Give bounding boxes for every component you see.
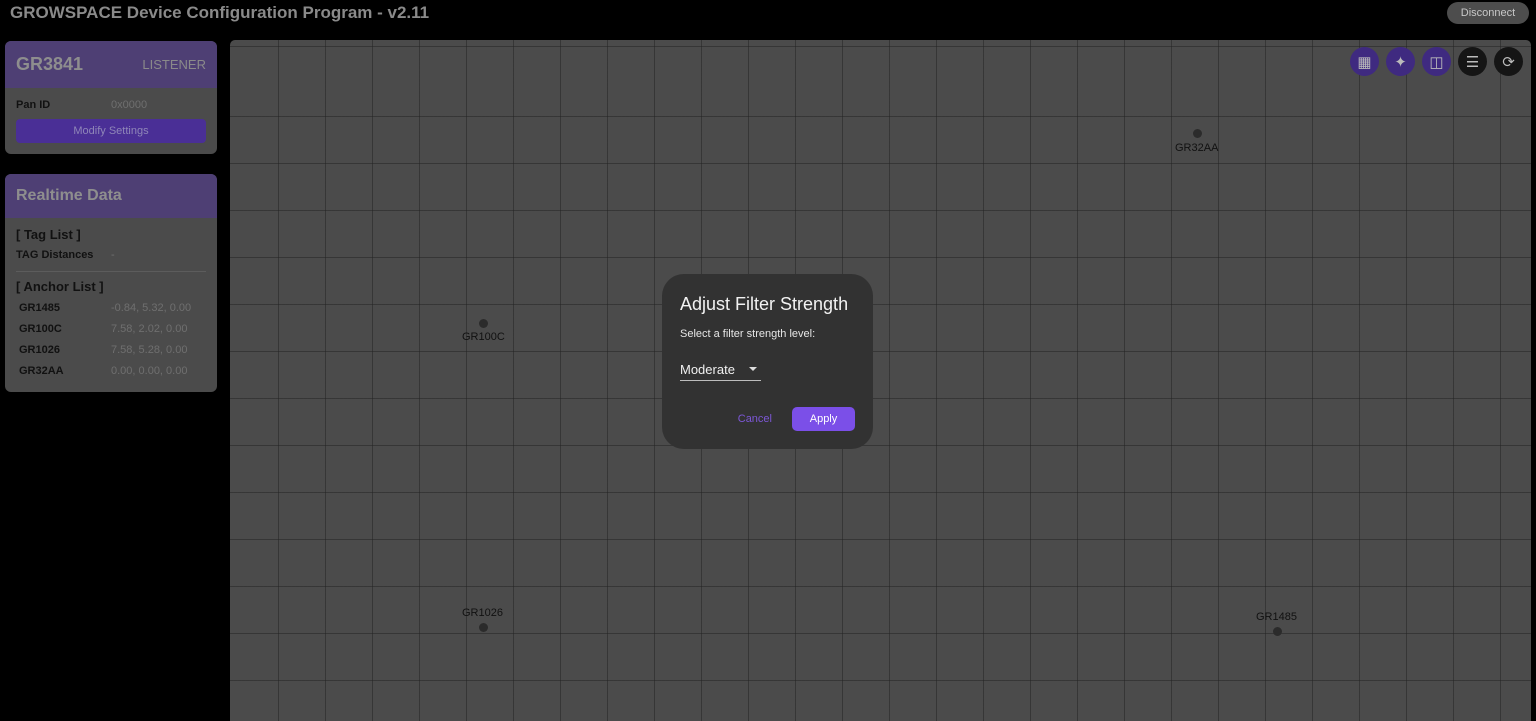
dialog-title: Adjust Filter Strength	[680, 294, 849, 314]
dialog-actions: Cancel Apply	[730, 407, 855, 431]
anchor-map[interactable]: ▦ ✦ ◫ ☰ ⟳ GR32AA GR100C GR1026 GR1485	[230, 40, 1531, 721]
realtime-title: Realtime Data	[16, 187, 122, 204]
anchor-name: GR100C	[19, 322, 62, 335]
magic-wand-button[interactable]: ✦	[1386, 47, 1415, 76]
anchor-coords: 7.58, 2.02, 0.00	[111, 322, 188, 335]
anchor-dot	[479, 319, 488, 328]
anchor-coords: 0.00, 0.00, 0.00	[111, 364, 188, 377]
anchor-label: GR100C	[462, 331, 505, 343]
anchor-row: GR1485 -0.84, 5.32, 0.00	[5, 297, 217, 318]
anchor-dot	[1273, 627, 1282, 636]
tag-list-heading: [ Tag List ]	[16, 227, 81, 242]
chevron-down-icon	[749, 367, 757, 371]
grid-icon: ▦	[1357, 53, 1372, 71]
cancel-button[interactable]: Cancel	[730, 413, 780, 425]
grid-toggle-button[interactable]: ▦	[1350, 47, 1379, 76]
pan-id-value: 0x0000	[111, 99, 148, 111]
device-card: GR3841 LISTENER Pan ID 0x0000 Modify Set…	[5, 41, 217, 154]
disconnect-button[interactable]: Disconnect	[1447, 2, 1529, 24]
compare-view-button[interactable]: ◫	[1422, 47, 1451, 76]
tag-distances-value: -	[111, 249, 115, 261]
tune-icon: ☰	[1465, 53, 1480, 71]
refresh-icon: ⟳	[1502, 53, 1515, 71]
pan-id-row: Pan ID 0x0000	[5, 95, 217, 115]
anchor-coords: -0.84, 5.32, 0.00	[111, 301, 192, 314]
anchor-dot	[479, 623, 488, 632]
device-id: GR3841	[16, 54, 84, 74]
filter-strength-select[interactable]: Moderate	[680, 358, 761, 381]
anchor-row: GR32AA 0.00, 0.00, 0.00	[5, 360, 217, 381]
tag-distances-label: TAG Distances	[16, 249, 94, 261]
anchor-name: GR32AA	[19, 364, 64, 377]
anchor-row: GR100C 7.58, 2.02, 0.00	[5, 318, 217, 339]
filter-strength-dialog: Adjust Filter Strength Select a filter s…	[662, 274, 873, 449]
selected-level: Moderate	[680, 361, 735, 377]
dialog-prompt: Select a filter strength level:	[680, 328, 816, 340]
anchor-list-heading: [ Anchor List ]	[16, 279, 104, 294]
app-title: GROWSPACE Device Configuration Program -…	[10, 3, 430, 22]
device-card-header: GR3841 LISTENER	[5, 41, 217, 88]
compare-icon: ◫	[1429, 53, 1444, 71]
pan-id-label: Pan ID	[16, 99, 51, 111]
anchor-coords: 7.58, 5.28, 0.00	[111, 343, 188, 356]
magic-wand-icon: ✦	[1394, 53, 1407, 71]
anchor-label: GR1026	[462, 607, 503, 619]
device-role: LISTENER	[142, 57, 206, 72]
anchor-row: GR1026 7.58, 5.28, 0.00	[5, 339, 217, 360]
anchor-dot	[1193, 129, 1202, 138]
refresh-button[interactable]: ⟳	[1494, 47, 1523, 76]
anchor-name: GR1026	[19, 343, 60, 356]
anchor-label: GR32AA	[1175, 142, 1219, 154]
filter-settings-button[interactable]: ☰	[1458, 47, 1487, 76]
anchor-list: GR1485 -0.84, 5.32, 0.00 GR100C 7.58, 2.…	[5, 297, 217, 381]
anchor-label: GR1485	[1256, 611, 1297, 623]
realtime-card-header: Realtime Data	[5, 174, 217, 218]
realtime-card: Realtime Data [ Tag List ] TAG Distances…	[5, 174, 217, 392]
anchor-name: GR1485	[19, 301, 60, 314]
apply-button[interactable]: Apply	[792, 407, 855, 431]
tag-distances-row: TAG Distances -	[5, 245, 217, 265]
modify-settings-button[interactable]: Modify Settings	[16, 119, 206, 143]
